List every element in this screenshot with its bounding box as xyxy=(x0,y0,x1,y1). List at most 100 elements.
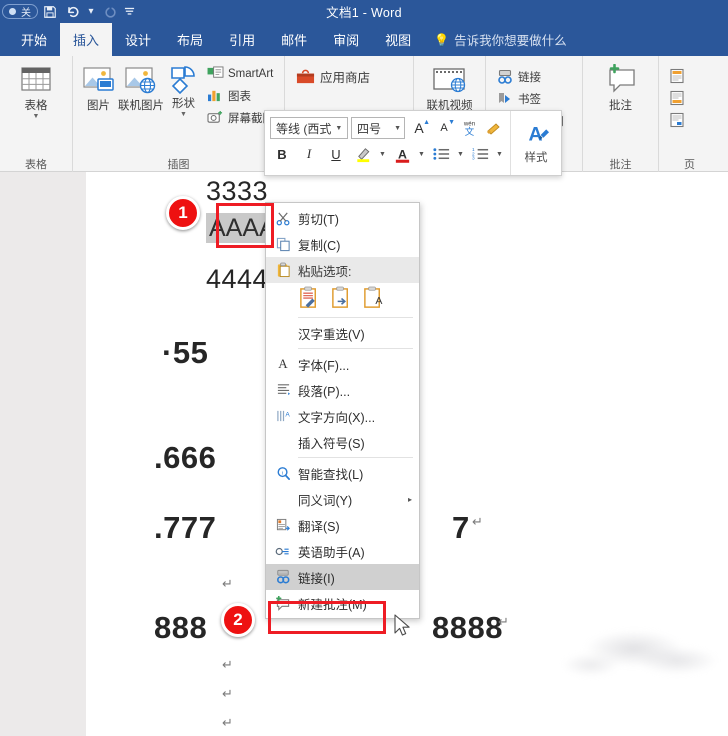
menu-separator xyxy=(298,457,413,458)
keep-source-formatting-icon[interactable] xyxy=(298,286,321,311)
context-menu-item-english-assistant[interactable]: 英语助手(A) xyxy=(266,538,419,564)
bold-label: B xyxy=(277,147,286,162)
highlight-dropdown-icon[interactable]: ▼ xyxy=(378,151,387,158)
tab-design[interactable]: 设计 xyxy=(112,23,164,56)
doc-line-55: ·55 xyxy=(162,335,208,371)
context-menu-item-cut[interactable]: 剪切(T) xyxy=(266,205,419,231)
insert-online-video-button[interactable]: 联机视频 xyxy=(422,61,478,112)
scissors-glyph xyxy=(276,211,291,226)
font-color-dropdown-icon[interactable]: ▼ xyxy=(417,151,426,158)
chevron-down-icon[interactable]: ▼ xyxy=(180,112,187,118)
menu-item-label: 新建批注(M) xyxy=(298,594,367,613)
pilcrow-mark: ↵ xyxy=(498,614,509,630)
bullets-button[interactable] xyxy=(429,143,453,165)
ribbon-group-tables: 表格 ▼ 表格 xyxy=(0,56,72,172)
keep-text-only-icon[interactable]: A xyxy=(362,286,385,311)
group-label: 插图 xyxy=(73,156,284,172)
bold-button[interactable]: B xyxy=(270,143,294,165)
pilcrow-mark: ↵ xyxy=(222,576,233,592)
insert-bookmark-button[interactable]: 书签 xyxy=(492,88,568,109)
chevron-down-icon[interactable]: ▼ xyxy=(335,125,342,132)
context-menu-item-translate[interactable]: 翻译(S) xyxy=(266,512,419,538)
tell-me-search[interactable]: 💡 告诉我你想要做什么 xyxy=(424,23,576,56)
tab-mailings[interactable]: 邮件 xyxy=(268,23,320,56)
context-menu-item-copy[interactable]: 复制(C) xyxy=(266,231,419,257)
bullets-dropdown-icon[interactable]: ▼ xyxy=(456,151,465,158)
underline-button[interactable]: U xyxy=(324,143,348,165)
tab-label: 布局 xyxy=(177,30,203,49)
link-icon xyxy=(268,565,298,589)
tab-start[interactable]: 开始 xyxy=(8,23,60,56)
doc-line-8888: 8888 xyxy=(432,610,503,646)
font-name-value: 等线 (西式 xyxy=(276,120,331,137)
merge-formatting-icon[interactable] xyxy=(330,286,353,311)
translate-glyph xyxy=(276,518,291,533)
chevron-down-icon[interactable]: ▼ xyxy=(33,114,40,120)
insert-chart-button[interactable]: 图表 xyxy=(203,85,278,106)
doc-line-777-tail: 7 xyxy=(452,510,470,546)
insert-header-button[interactable] xyxy=(665,65,695,86)
context-menu-item-link[interactable]: 链接(I) xyxy=(266,564,419,590)
tab-review[interactable]: 审阅 xyxy=(320,23,372,56)
insert-smartart-button[interactable]: SmartArt xyxy=(203,63,278,84)
insert-link-button[interactable]: 链接 xyxy=(492,66,568,87)
font-name-combo[interactable]: 等线 (西式 ▼ xyxy=(270,117,348,139)
button-label: 链接 xyxy=(518,69,541,85)
numbering-button[interactable]: 1 2 3 xyxy=(468,143,492,165)
text-highlight-button[interactable] xyxy=(351,143,375,165)
shrink-font-button[interactable]: A ▼ xyxy=(433,117,455,139)
chevron-down-icon[interactable]: ▼ xyxy=(394,125,401,132)
font-color-button[interactable]: A xyxy=(390,143,414,165)
blurred-watermark xyxy=(532,616,728,690)
context-menu-item-hanzi-reselect[interactable]: 汉字重选(V) xyxy=(266,320,419,346)
numbering-dropdown-icon[interactable]: ▼ xyxy=(495,151,504,158)
tab-references[interactable]: 引用 xyxy=(216,23,268,56)
insert-shapes-button[interactable]: 形状 ▼ xyxy=(164,61,203,118)
styles-button[interactable]: A 样式 xyxy=(510,111,561,175)
word-window: 关 ▾ xyxy=(0,0,728,736)
context-menu-item-paragraph[interactable]: 段落(P)... xyxy=(266,377,419,403)
title-bar: 关 ▾ xyxy=(0,0,728,23)
insert-page-number-button[interactable] xyxy=(665,109,695,130)
svg-text:A: A xyxy=(398,147,407,161)
context-menu-item-insert-symbol[interactable]: 插入符号(S) xyxy=(266,429,419,455)
context-menu-item-smart-lookup[interactable]: i 智能查找(L) xyxy=(266,460,419,486)
font-size-combo[interactable]: 四号 ▼ xyxy=(351,117,405,139)
underline-label: U xyxy=(331,147,340,162)
button-label: 形状 xyxy=(172,98,195,110)
doc-line-4444: 4444 xyxy=(206,264,268,295)
insert-online-picture-button[interactable]: 联机图片 xyxy=(118,61,164,112)
context-menu-item-synonyms[interactable]: 同义词(Y) ▸ xyxy=(266,486,419,512)
mini-toolbar-row-1: 等线 (西式 ▼ 四号 ▼ A ▲ A ▼ wén xyxy=(270,115,505,141)
insert-table-button[interactable]: 表格 ▼ xyxy=(8,61,64,120)
office-store-button[interactable]: 应用商店 xyxy=(291,66,374,87)
context-menu-item-text-direction[interactable]: A 文字方向(X)... xyxy=(266,403,419,429)
tab-label: 设计 xyxy=(125,30,151,49)
grow-font-button[interactable]: A ▲ xyxy=(408,117,430,139)
italic-button[interactable]: I xyxy=(297,143,321,165)
menu-separator xyxy=(298,317,413,318)
context-menu-item-new-comment[interactable]: 新建批注(M) xyxy=(266,590,419,616)
link-glyph xyxy=(275,569,291,585)
new-comment-button[interactable]: 批注 xyxy=(593,61,649,112)
tab-view[interactable]: 视图 xyxy=(372,23,424,56)
english-assistant-glyph xyxy=(275,544,291,559)
context-menu-item-font[interactable]: A 字体(F)... xyxy=(266,351,419,377)
ribbon-group-comments: 批注 批注 xyxy=(582,56,658,172)
doc-line-666: .666 xyxy=(154,440,216,476)
tab-layout[interactable]: 布局 xyxy=(164,23,216,56)
menu-item-label: 汉字重选(V) xyxy=(298,324,365,343)
shrink-font-label: A xyxy=(440,122,447,134)
format-painter-button[interactable] xyxy=(483,117,505,139)
store-icon xyxy=(295,67,316,86)
tab-insert[interactable]: 插入 xyxy=(60,23,112,56)
insert-footer-button[interactable] xyxy=(665,87,695,108)
insert-picture-button[interactable]: 图片 xyxy=(79,61,118,112)
phonetic-guide-button[interactable]: wén 文 xyxy=(458,117,480,139)
clipboard-icon xyxy=(268,258,298,282)
mouse-cursor xyxy=(394,614,411,644)
shapes-icon xyxy=(166,64,202,96)
chart-icon xyxy=(207,88,224,103)
button-label: 表格 xyxy=(25,100,48,112)
document-title: 文档1 - Word xyxy=(0,0,728,23)
